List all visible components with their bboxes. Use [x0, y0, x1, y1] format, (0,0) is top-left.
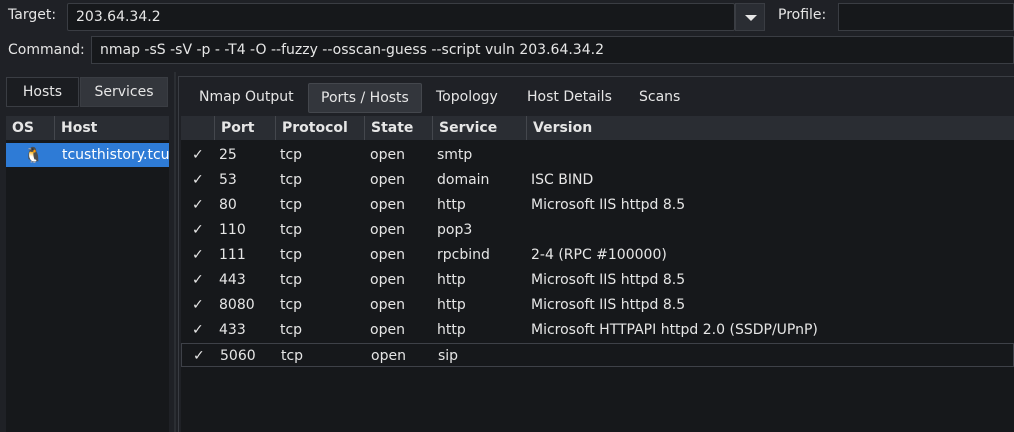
- service-cell: http: [437, 297, 466, 313]
- host-name: tcusthistory.tcus: [62, 147, 169, 163]
- port-cell: 25: [219, 147, 237, 163]
- target-dropdown-button[interactable]: [735, 3, 765, 31]
- protocol-cell: tcp: [280, 322, 303, 338]
- profile-select[interactable]: [838, 3, 1014, 31]
- state-cell: open: [370, 197, 405, 213]
- hosts-list: OS Host 🐧 tcusthistory.tcus: [6, 116, 169, 432]
- tab-services[interactable]: Services: [80, 77, 168, 107]
- port-cell: 53: [219, 172, 237, 188]
- table-row[interactable]: ✓ 25 tcp open smtp: [181, 143, 1014, 167]
- column-header-protocol[interactable]: Protocol: [276, 116, 365, 140]
- port-cell: 443: [219, 272, 246, 288]
- table-row[interactable]: ✓ 110 tcp open pop3: [181, 218, 1014, 242]
- port-cell: 5060: [220, 348, 256, 364]
- column-header-state[interactable]: State: [365, 116, 433, 140]
- port-cell: 8080: [219, 297, 255, 313]
- column-header-check[interactable]: [181, 116, 215, 140]
- service-cell: smtp: [437, 147, 473, 163]
- state-cell: open: [370, 322, 405, 338]
- checkmark-icon: ✓: [192, 172, 204, 188]
- tab-scans[interactable]: Scans: [627, 83, 692, 113]
- state-cell: open: [370, 247, 405, 263]
- state-cell: open: [371, 348, 406, 364]
- linux-penguin-icon: 🐧: [24, 146, 43, 164]
- state-cell: open: [370, 147, 405, 163]
- tab-host-details[interactable]: Host Details: [515, 83, 624, 113]
- command-label: Command:: [8, 42, 85, 58]
- host-row[interactable]: 🐧 tcusthistory.tcus: [6, 143, 169, 167]
- protocol-cell: tcp: [280, 297, 303, 313]
- table-row[interactable]: ✓ 8080 tcp open http Microsoft IIS httpd 8.5: [181, 293, 1014, 317]
- version-cell: Microsoft IIS httpd 8.5: [531, 297, 686, 313]
- table-row[interactable]: ✓ 433 tcp open http Microsoft HTTPAPI httpd 2…: [181, 318, 1014, 342]
- protocol-cell: tcp: [280, 197, 303, 213]
- protocol-cell: tcp: [280, 222, 303, 238]
- column-header-host[interactable]: Host: [55, 116, 169, 140]
- tab-nmap-output[interactable]: Nmap Output: [187, 83, 306, 113]
- column-header-version[interactable]: Version: [527, 116, 1014, 140]
- protocol-cell: tcp: [280, 247, 303, 263]
- version-cell: Microsoft IIS httpd 8.5: [531, 197, 686, 213]
- command-input[interactable]: nmap -sS -sV -p - -T4 -O --fuzzy --ossca…: [91, 36, 1014, 64]
- state-cell: open: [370, 297, 405, 313]
- service-cell: http: [437, 272, 466, 288]
- protocol-cell: tcp: [280, 147, 303, 163]
- checkmark-icon: ✓: [192, 222, 204, 238]
- left-view-tabs: Hosts Services: [6, 77, 168, 107]
- pane-splitter[interactable]: [174, 72, 176, 432]
- version-cell: ISC BIND: [531, 172, 594, 188]
- ports-table: Port Protocol State Service Version ✓ 25 t…: [181, 116, 1014, 432]
- tab-topology[interactable]: Topology: [424, 83, 510, 113]
- protocol-cell: tcp: [280, 272, 303, 288]
- table-row[interactable]: ✓ 443 tcp open http Microsoft IIS httpd 8.5: [181, 268, 1014, 292]
- port-cell: 433: [219, 322, 246, 338]
- target-input[interactable]: 203.64.34.2: [67, 3, 735, 31]
- service-cell: http: [437, 197, 466, 213]
- checkmark-icon: ✓: [192, 272, 204, 288]
- column-header-port[interactable]: Port: [215, 116, 276, 140]
- target-bar: Target: 203.64.34.2 Profile:: [0, 0, 1014, 34]
- table-row[interactable]: ✓ 5060 tcp open sip: [181, 343, 1014, 367]
- protocol-cell: tcp: [281, 348, 304, 364]
- checkmark-icon: ✓: [192, 297, 204, 313]
- state-cell: open: [370, 272, 405, 288]
- service-cell: pop3: [437, 222, 473, 238]
- column-header-service[interactable]: Service: [433, 116, 527, 140]
- port-cell: 111: [219, 247, 246, 263]
- hosts-list-header: OS Host: [6, 116, 169, 140]
- tab-hosts[interactable]: Hosts: [6, 77, 79, 107]
- column-header-os[interactable]: OS: [6, 116, 55, 140]
- profile-label: Profile:: [778, 7, 827, 23]
- checkmark-icon: ✓: [192, 147, 204, 163]
- checkmark-icon: ✓: [193, 348, 205, 364]
- tab-ports-hosts[interactable]: Ports / Hosts: [308, 83, 422, 113]
- table-row[interactable]: ✓ 111 tcp open rpcbind 2-4 (RPC #100000): [181, 243, 1014, 267]
- table-row[interactable]: ✓ 53 tcp open domain ISC BIND: [181, 168, 1014, 192]
- protocol-cell: tcp: [280, 172, 303, 188]
- service-cell: domain: [437, 172, 490, 188]
- version-cell: Microsoft HTTPAPI httpd 2.0 (SSDP/UPnP): [531, 322, 818, 338]
- service-cell: sip: [438, 348, 459, 364]
- table-row[interactable]: ✓ 80 tcp open http Microsoft IIS httpd 8.5: [181, 193, 1014, 217]
- checkmark-icon: ✓: [192, 197, 204, 213]
- port-cell: 110: [219, 222, 246, 238]
- checkmark-icon: ✓: [192, 247, 204, 263]
- state-cell: open: [370, 222, 405, 238]
- port-cell: 80: [219, 197, 237, 213]
- service-cell: rpcbind: [437, 247, 490, 263]
- version-cell: 2-4 (RPC #100000): [531, 247, 667, 263]
- checkmark-icon: ✓: [192, 322, 204, 338]
- version-cell: Microsoft IIS httpd 8.5: [531, 272, 686, 288]
- state-cell: open: [370, 172, 405, 188]
- service-cell: http: [437, 322, 466, 338]
- target-label: Target:: [8, 7, 57, 23]
